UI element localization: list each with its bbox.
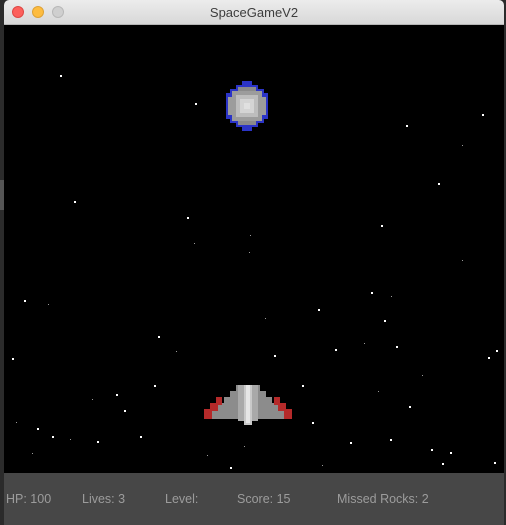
star <box>274 355 276 357</box>
star <box>154 385 156 387</box>
star <box>482 114 484 116</box>
lives-readout: Lives: 3 <box>82 492 126 506</box>
game-window: SpaceGameV2 HP: 100 Lives: 3 Level: Scor… <box>4 0 504 525</box>
star <box>422 375 423 376</box>
rock-icon <box>226 81 268 131</box>
score-readout: Score: 15 <box>237 492 291 506</box>
star <box>371 292 373 294</box>
game-canvas[interactable] <box>4 25 504 473</box>
star <box>92 399 93 400</box>
star <box>16 422 17 423</box>
level-readout: Level: <box>165 492 199 506</box>
star <box>194 243 195 244</box>
star <box>74 201 76 203</box>
star <box>52 436 54 438</box>
star <box>438 183 440 185</box>
star <box>390 439 392 441</box>
missed-rocks-readout: Missed Rocks: 2 <box>337 492 429 506</box>
star <box>207 455 208 456</box>
star <box>312 422 314 424</box>
star <box>350 442 352 444</box>
star <box>318 309 320 311</box>
star <box>391 296 392 297</box>
star <box>230 467 232 469</box>
star <box>409 406 411 408</box>
star <box>187 217 189 219</box>
star <box>70 439 71 440</box>
star <box>37 428 39 430</box>
star <box>381 225 383 227</box>
star <box>97 441 99 443</box>
star <box>12 358 14 360</box>
star <box>249 252 250 253</box>
star <box>462 145 463 146</box>
star <box>378 391 379 392</box>
star <box>488 357 490 359</box>
star <box>250 235 251 236</box>
hud-bar: HP: 100 Lives: 3 Level: Score: 15 Missed… <box>4 473 504 525</box>
star <box>195 103 197 105</box>
star <box>431 449 433 451</box>
star <box>396 346 398 348</box>
title-bar[interactable]: SpaceGameV2 <box>4 0 504 25</box>
star <box>450 452 452 454</box>
star <box>48 304 49 305</box>
star <box>384 320 386 322</box>
spaceship-icon <box>204 385 292 425</box>
star <box>406 125 408 127</box>
star <box>302 385 304 387</box>
star <box>244 446 245 447</box>
star <box>494 462 496 464</box>
star <box>124 410 126 412</box>
star <box>60 75 62 77</box>
star <box>32 453 33 454</box>
star <box>364 343 365 344</box>
star <box>158 336 160 338</box>
star <box>322 465 323 466</box>
star <box>24 300 26 302</box>
hp-readout: HP: 100 <box>6 492 52 506</box>
star <box>176 351 177 352</box>
star <box>462 260 463 261</box>
star <box>335 349 337 351</box>
star <box>442 463 444 465</box>
star <box>140 436 142 438</box>
star <box>265 318 266 319</box>
star <box>116 394 118 396</box>
star <box>496 350 498 352</box>
window-title: SpaceGameV2 <box>209 5 299 20</box>
